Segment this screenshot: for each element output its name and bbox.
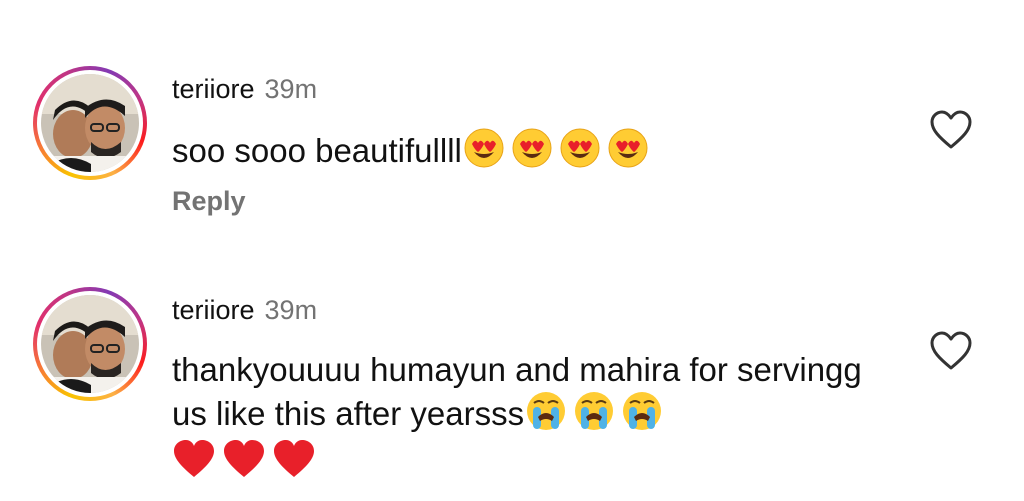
timestamp: 39m bbox=[264, 74, 318, 104]
loudly-crying-icon bbox=[622, 391, 663, 431]
timestamp: 39m bbox=[264, 295, 318, 325]
heart-eyes-icon bbox=[512, 128, 552, 168]
comment-header: teriiore 39m bbox=[172, 74, 317, 105]
red-heart-icon bbox=[174, 440, 214, 477]
reply-button[interactable]: Reply bbox=[172, 186, 246, 217]
emoji-group bbox=[464, 128, 648, 168]
avatar-photo bbox=[41, 295, 139, 393]
avatar[interactable] bbox=[33, 66, 147, 180]
like-heart-icon[interactable] bbox=[928, 109, 974, 151]
like-heart-icon[interactable] bbox=[928, 330, 974, 372]
comment-body: thankyouuuu humayun and mahira for servi… bbox=[172, 351, 862, 432]
comment-header: teriiore 39m bbox=[172, 295, 317, 326]
avatar[interactable] bbox=[33, 287, 147, 401]
loudly-crying-icon bbox=[574, 391, 615, 431]
comment-body: soo sooo beautifullll bbox=[172, 132, 462, 169]
heart-eyes-icon bbox=[464, 128, 504, 168]
heart-eyes-icon bbox=[608, 128, 648, 168]
avatar-photo bbox=[41, 74, 139, 172]
emoji-group bbox=[526, 391, 663, 431]
username[interactable]: teriiore bbox=[172, 295, 255, 325]
username[interactable]: teriiore bbox=[172, 74, 255, 104]
heart-eyes-icon bbox=[560, 128, 600, 168]
comment-text: soo sooo beautifullll bbox=[172, 128, 892, 172]
loudly-crying-icon bbox=[526, 391, 567, 431]
comment-text: thankyouuuu humayun and mahira for servi… bbox=[172, 349, 892, 479]
red-heart-icon bbox=[224, 440, 264, 477]
red-heart-icon bbox=[274, 440, 314, 477]
hearts-group bbox=[172, 439, 892, 479]
